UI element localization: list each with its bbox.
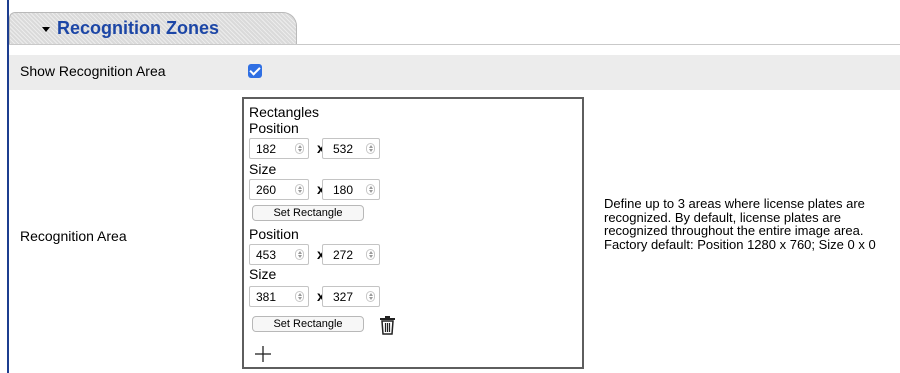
stepper-arrows-icon[interactable] [366,291,375,302]
rectangles-heading: Rectangles [249,104,320,120]
set-rectangle-button[interactable]: Set Rectangle [252,205,364,221]
stepper-arrows-icon[interactable] [295,249,304,260]
set-rectangle-button[interactable]: Set Rectangle [252,316,364,332]
size-label: Size [249,161,277,177]
position-label: Position [249,226,299,242]
size-height-input[interactable]: 327 [322,286,380,307]
position-x-input[interactable]: 453 [249,244,309,265]
position-x-input[interactable]: 182 [249,138,309,159]
position-y-input[interactable]: 272 [322,244,380,265]
recognition-area-help-text: Define up to 3 areas where license plate… [604,196,876,252]
plus-icon[interactable] [254,345,272,363]
stepper-arrows-icon[interactable] [295,184,304,195]
stepper-arrows-icon[interactable] [295,143,304,154]
section-title[interactable]: Recognition Zones [57,18,219,39]
collapse-arrow-icon[interactable] [42,27,50,32]
stepper-arrows-icon[interactable] [295,291,304,302]
trash-icon[interactable] [379,316,396,335]
recognition-area-label: Recognition Area [20,228,127,244]
size-width-input[interactable]: 260 [249,179,309,200]
show-recognition-area-label: Show Recognition Area [20,63,166,79]
show-recognition-area-checkbox[interactable] [248,64,262,78]
recognition-zones-tab[interactable]: Recognition Zones [9,12,297,44]
position-label: Position [249,120,299,136]
position-y-input[interactable]: 532 [322,138,380,159]
stepper-arrows-icon[interactable] [366,184,375,195]
size-label: Size [249,266,277,282]
stepper-arrows-icon[interactable] [366,143,375,154]
size-height-input[interactable]: 180 [322,179,380,200]
size-width-input[interactable]: 381 [249,286,309,307]
stepper-arrows-icon[interactable] [366,249,375,260]
